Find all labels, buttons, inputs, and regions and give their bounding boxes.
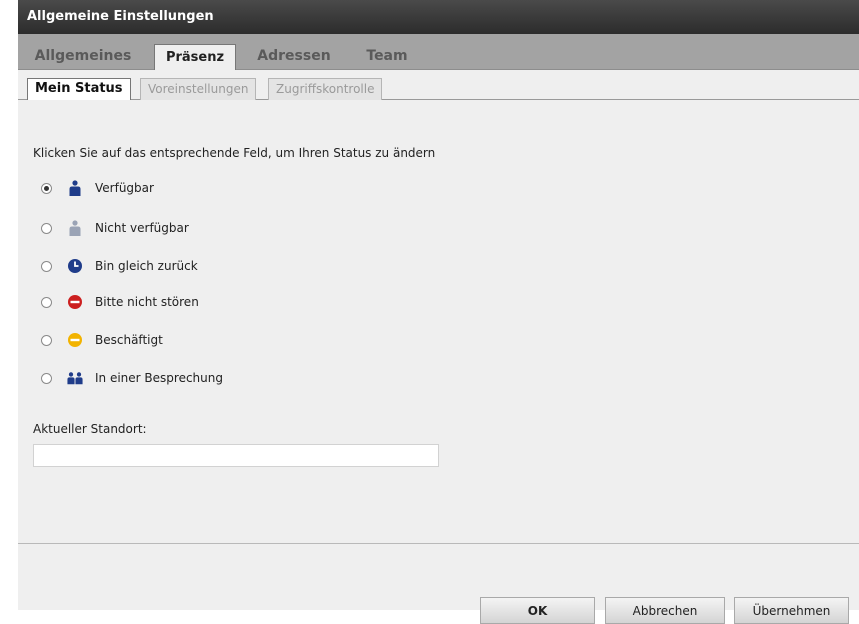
clock-icon bbox=[67, 258, 83, 274]
main-tab-bar: Allgemeines Präsenz Adressen Team bbox=[18, 34, 859, 71]
cancel-button[interactable]: Abbrechen bbox=[605, 597, 725, 624]
person-unavailable-icon bbox=[67, 220, 83, 236]
status-label: In einer Besprechung bbox=[95, 371, 223, 385]
busy-icon bbox=[67, 332, 83, 348]
status-label: Verfügbar bbox=[95, 181, 154, 195]
person-available-icon bbox=[67, 180, 83, 196]
window-title: Allgemeine Einstellungen bbox=[18, 0, 859, 34]
tab-praesenz[interactable]: Präsenz bbox=[154, 44, 236, 71]
dialog-footer: OK Abbrechen Übernehmen bbox=[18, 543, 859, 624]
sub-tab-bar: Mein Status Voreinstellungen Zugriffskon… bbox=[18, 70, 859, 101]
status-radio[interactable] bbox=[41, 334, 52, 346]
status-option-nicht-verfuegbar[interactable]: Nicht verfügbar bbox=[41, 218, 189, 238]
status-radio[interactable] bbox=[41, 222, 52, 234]
tab-team[interactable]: Team bbox=[358, 42, 416, 70]
ok-button[interactable]: OK bbox=[480, 597, 595, 624]
status-radio[interactable] bbox=[41, 372, 52, 384]
do-not-disturb-icon bbox=[67, 294, 83, 310]
instruction-text: Klicken Sie auf das entsprechende Feld, … bbox=[33, 146, 436, 160]
status-radio[interactable] bbox=[41, 296, 52, 308]
status-label: Beschäftigt bbox=[95, 333, 163, 347]
subtab-zugriffskontrolle[interactable]: Zugriffskontrolle bbox=[268, 78, 383, 100]
status-radio[interactable] bbox=[41, 182, 52, 194]
subtab-voreinstellungen[interactable]: Voreinstellungen bbox=[140, 78, 257, 100]
status-radio[interactable] bbox=[41, 260, 52, 272]
apply-button[interactable]: Übernehmen bbox=[734, 597, 849, 624]
status-option-in-einer-besprechung[interactable]: In einer Besprechung bbox=[41, 368, 223, 388]
tab-allgemeines[interactable]: Allgemeines bbox=[28, 42, 138, 70]
status-option-bitte-nicht-stoeren[interactable]: Bitte nicht stören bbox=[41, 292, 199, 312]
subtab-mein-status[interactable]: Mein Status bbox=[27, 78, 131, 101]
status-option-verfuegbar[interactable]: Verfügbar bbox=[41, 178, 154, 198]
status-label: Bitte nicht stören bbox=[95, 295, 199, 309]
status-option-beschaeftigt[interactable]: Beschäftigt bbox=[41, 330, 163, 350]
meeting-icon bbox=[67, 370, 83, 386]
status-label: Nicht verfügbar bbox=[95, 221, 189, 235]
location-label: Aktueller Standort: bbox=[33, 422, 147, 436]
status-label: Bin gleich zurück bbox=[95, 259, 198, 273]
location-input[interactable] bbox=[33, 444, 439, 467]
status-panel: Klicken Sie auf das entsprechende Feld, … bbox=[18, 100, 859, 543]
status-option-bin-gleich-zurueck[interactable]: Bin gleich zurück bbox=[41, 256, 198, 276]
tab-adressen[interactable]: Adressen bbox=[252, 42, 336, 70]
